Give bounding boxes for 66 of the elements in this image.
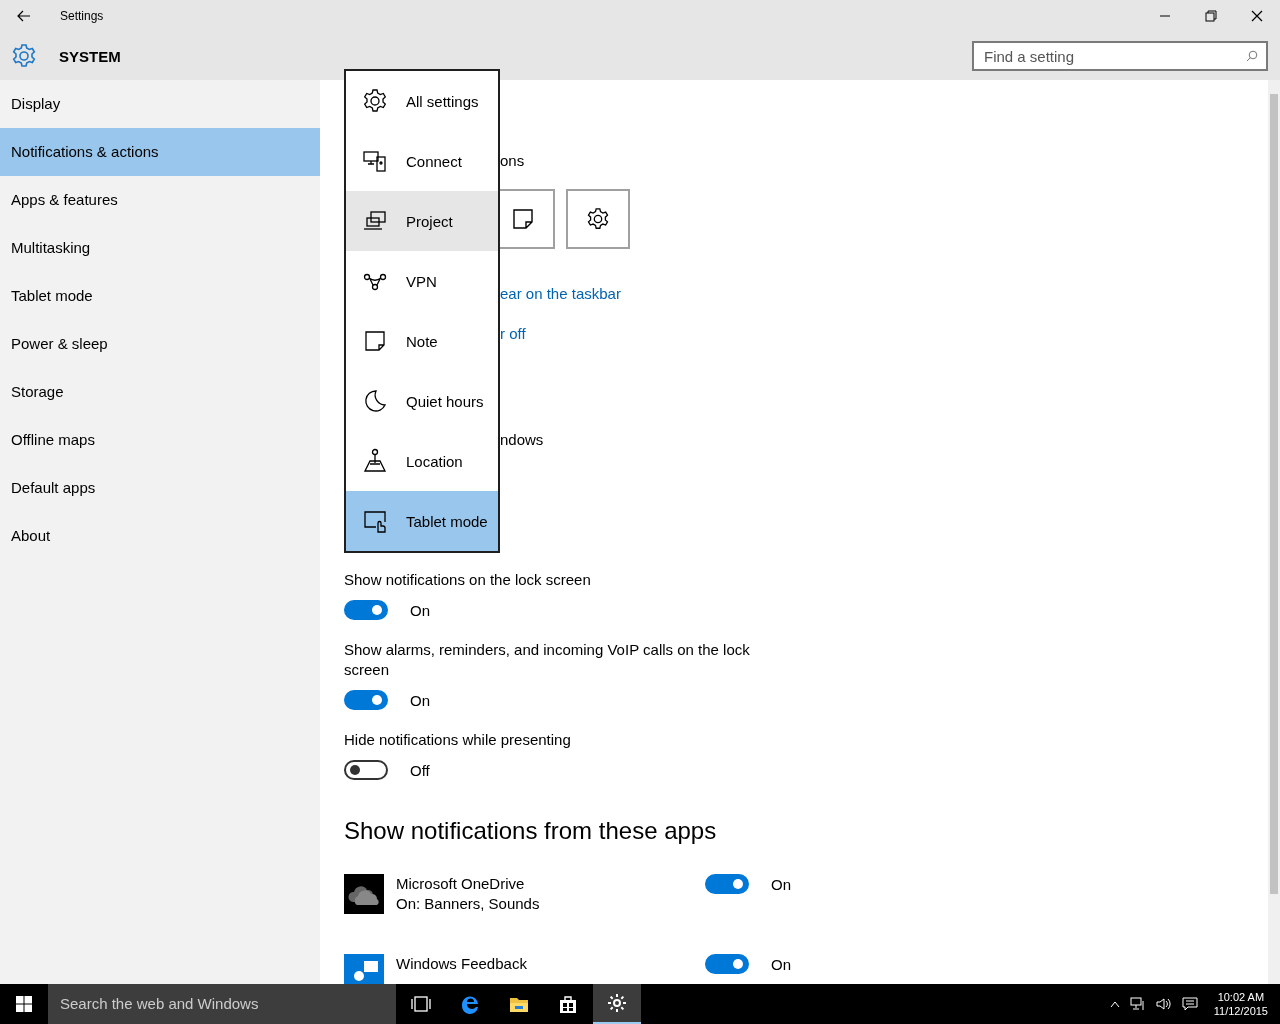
close-icon[interactable] — [1251, 10, 1263, 22]
menu-item[interactable]: All settings — [346, 71, 498, 131]
app-name: Windows Feedback — [396, 954, 528, 974]
network-icon[interactable] — [1129, 997, 1146, 1011]
section-title: SYSTEM — [59, 47, 121, 65]
sidebar-item[interactable]: Storage — [0, 368, 320, 416]
toggle-switch[interactable] — [344, 760, 388, 780]
link[interactable]: ear on the taskbar — [500, 284, 621, 304]
sidebar-item[interactable]: Multitasking — [0, 224, 320, 272]
sidebar-item[interactable]: Notifications & actions — [0, 128, 320, 176]
gear-icon — [586, 207, 610, 231]
location-pin-icon — [362, 448, 388, 474]
message-icon[interactable] — [1181, 997, 1198, 1011]
monitor-device-icon — [362, 148, 388, 174]
menu-item[interactable]: Connect — [346, 131, 498, 191]
back-arrow-icon[interactable] — [17, 10, 31, 22]
menu-item[interactable]: Quiet hours — [346, 371, 498, 431]
clock[interactable]: 10:02 AM 11/12/2015 — [1213, 990, 1268, 1018]
heading-text: ons — [500, 151, 526, 171]
setting-label: Show notifications on the lock screen — [344, 570, 592, 590]
menu-item[interactable]: VPN — [346, 251, 498, 311]
toggle-state: On — [771, 875, 791, 893]
sidebar-item[interactable]: Tablet mode — [0, 272, 320, 320]
toggle-switch[interactable] — [705, 954, 749, 974]
note-icon — [511, 207, 535, 231]
toggle-state: On — [410, 691, 430, 709]
quick-action-tile[interactable] — [566, 189, 630, 249]
toggle-state: On — [410, 601, 430, 619]
taskbar-search-field[interactable]: Search the web and Windows — [48, 984, 396, 1024]
windows-logo-icon[interactable] — [16, 996, 32, 1012]
toggle-state: On — [771, 955, 791, 973]
menu-item[interactable]: Location — [346, 431, 498, 491]
toggle-switch[interactable] — [344, 600, 388, 620]
window-title: Settings — [60, 9, 104, 23]
restore-icon[interactable] — [1205, 10, 1217, 22]
toggle-switch[interactable] — [705, 874, 749, 894]
sidebar-item[interactable]: Apps & features — [0, 176, 320, 224]
sidebar-item[interactable]: Offline maps — [0, 416, 320, 464]
setting-label: Hide notifications while presenting — [344, 730, 572, 750]
toggle-switch[interactable] — [344, 690, 388, 710]
taskbar-gear-icon[interactable] — [593, 984, 641, 1024]
toggle-state: Off — [410, 761, 430, 779]
app-name: Microsoft OneDrive — [396, 874, 526, 894]
app-detail: On: Banners, Sounds — [396, 894, 541, 914]
sidebar-item[interactable]: Default apps — [0, 464, 320, 512]
menu-item[interactable]: Note — [346, 311, 498, 371]
section-heading: Show notifications from these apps — [344, 816, 717, 846]
search-icon — [1246, 50, 1258, 62]
sidebar-item[interactable]: About — [0, 512, 320, 560]
sidebar-item[interactable]: Power & sleep — [0, 320, 320, 368]
link[interactable]: r off — [500, 324, 526, 344]
scrollbar[interactable] — [1268, 80, 1280, 984]
menu-item[interactable]: Tablet mode — [346, 491, 498, 551]
gear-icon — [11, 43, 37, 69]
search-field[interactable]: Find a setting — [972, 41, 1268, 71]
note-icon — [362, 328, 388, 354]
setting-label: ndows — [500, 430, 544, 450]
gear-icon — [362, 88, 388, 114]
caret-up-icon[interactable] — [1109, 1000, 1120, 1008]
cloud-icon — [344, 874, 384, 914]
sidebar-item[interactable]: Display — [0, 80, 320, 128]
moon-icon — [362, 388, 388, 414]
setting-label: Show alarms, reminders, and incoming VoIP calls on the lock screen — [344, 640, 751, 680]
speaker-icon[interactable] — [1155, 997, 1172, 1011]
tablet-hand-icon — [362, 508, 388, 534]
menu-item[interactable]: Project — [346, 191, 498, 251]
